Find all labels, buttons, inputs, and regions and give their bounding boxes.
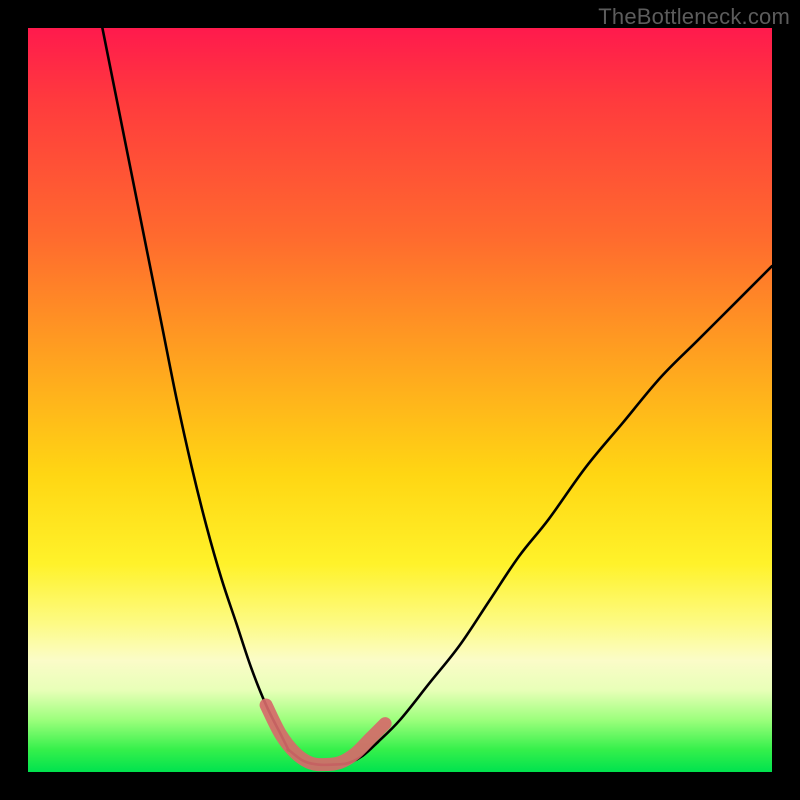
optimal-range-highlight [266, 705, 385, 765]
bottleneck-curve [102, 28, 772, 765]
watermark-text: TheBottleneck.com [598, 4, 790, 30]
curve-layer [28, 28, 772, 772]
chart-frame: TheBottleneck.com [0, 0, 800, 800]
plot-area [28, 28, 772, 772]
